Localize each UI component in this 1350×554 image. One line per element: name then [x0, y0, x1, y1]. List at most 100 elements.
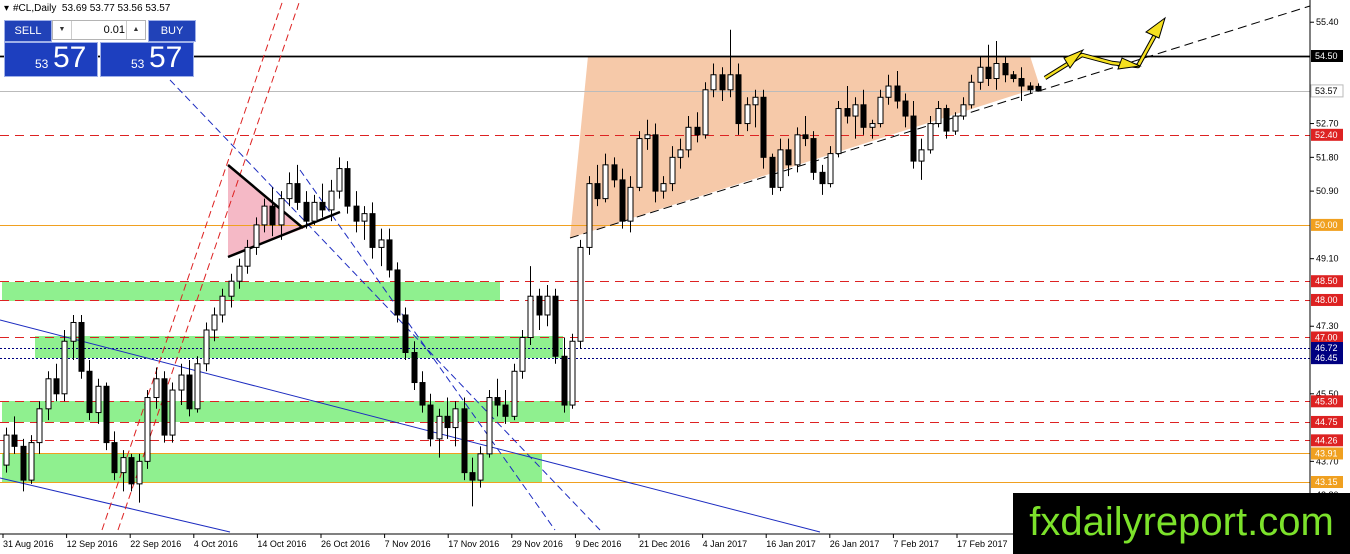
candle-body [444, 415, 451, 429]
candle-body [136, 460, 143, 485]
candle-body [760, 96, 767, 158]
one-click-trading-panel: SELL ▼ ▲ BUY 53 57 53 57 [4, 20, 196, 77]
price-tick-label: 52.70 [1316, 119, 1339, 129]
candle-body [744, 104, 751, 125]
candle-body [752, 96, 759, 106]
time-tick-label: 7 Feb 2017 [893, 539, 939, 549]
candle-body [544, 295, 551, 316]
time-tick-label: 31 Aug 2016 [3, 539, 54, 549]
candle-body [902, 100, 909, 117]
candle-body [361, 213, 368, 222]
candle-body [70, 321, 77, 342]
candle-body [353, 205, 360, 222]
site-watermark: fxdailyreport.com [1013, 493, 1350, 554]
candle-body [860, 104, 867, 128]
buy-button[interactable]: BUY [148, 20, 196, 42]
price-chart[interactable]: 55.4052.7051.8050.9049.1047.3045.5043.70… [0, 0, 1350, 554]
increase-lot-icon[interactable]: ▲ [126, 21, 145, 39]
projection-path [1043, 16, 1166, 80]
lot-size-input[interactable] [73, 21, 125, 39]
sell-button[interactable]: SELL [4, 20, 52, 42]
candle-body [486, 397, 493, 455]
candle-body [120, 457, 127, 474]
time-tick-label: 29 Nov 2016 [512, 539, 563, 549]
level-tag-label: 47.00 [1315, 332, 1338, 342]
candle-body [652, 134, 659, 192]
candle-body [95, 385, 102, 414]
price-tick-label: 51.80 [1316, 152, 1339, 162]
candle-body [527, 295, 534, 338]
price-tick-label: 47.30 [1316, 321, 1339, 331]
candle-body [461, 408, 468, 474]
candle-body [452, 408, 459, 429]
candle-body [694, 126, 701, 136]
candle-body [794, 134, 801, 166]
candle-body [918, 149, 925, 162]
candle-body [627, 186, 634, 222]
candle-body [552, 295, 559, 357]
time-tick-label: 16 Jan 2017 [766, 539, 816, 549]
candle-body [735, 74, 742, 125]
level-tag-label: 44.75 [1315, 417, 1338, 427]
price-axis: 55.4052.7051.8050.9049.1047.3045.5043.70… [1310, 17, 1344, 500]
candle-body [86, 370, 93, 414]
candle-body [469, 472, 476, 481]
channel-line [0, 477, 231, 533]
candle-body [1027, 85, 1034, 91]
red-channel [101, 0, 284, 531]
candle-body [427, 404, 434, 440]
buy-price-big: 57 [149, 41, 183, 74]
time-tick-label: 26 Oct 2016 [321, 539, 370, 549]
sell-price-big: 57 [53, 41, 87, 74]
sell-price-button[interactable]: 53 57 [4, 41, 98, 77]
candle-body [286, 183, 293, 200]
candle-body [203, 329, 210, 365]
candle-body [1035, 85, 1042, 92]
candle-body [103, 385, 110, 444]
candle-body [294, 183, 301, 203]
candle-body [477, 453, 484, 481]
candle-body [827, 153, 834, 185]
green-zone [2, 282, 500, 301]
decrease-lot-icon[interactable]: ▼ [53, 21, 72, 39]
candle-body [3, 434, 10, 466]
time-axis: 31 Aug 2016 12 Sep 2016 22 Sep 2016 4 Oct 2… [2, 534, 1008, 549]
level-tag-label: 43.91 [1315, 448, 1338, 458]
candle-body [311, 201, 318, 222]
candle-body [28, 442, 35, 481]
candle-body [194, 363, 201, 410]
time-tick-label: 17 Nov 2016 [448, 539, 499, 549]
candle-body [577, 246, 584, 342]
candle-body [394, 269, 401, 316]
candle-body [328, 190, 335, 211]
chart-title: ▾ #CL,Daily 53.69 53.77 53.56 53.57 [4, 3, 170, 14]
candle-body [269, 205, 276, 226]
candle-body [785, 149, 792, 166]
lot-size-stepper[interactable]: ▼ ▲ [52, 20, 146, 40]
candle-body [494, 397, 501, 406]
candle-body [561, 355, 568, 406]
candle-body [53, 378, 60, 395]
candle-body [402, 314, 409, 354]
candle-body [586, 183, 593, 248]
candle-body [511, 370, 518, 417]
candle-body [144, 397, 151, 462]
candle-body [885, 85, 892, 98]
candle-body [419, 382, 426, 406]
candle-body [910, 115, 917, 162]
sell-price-small: 53 [35, 57, 49, 71]
buy-price-button[interactable]: 53 57 [100, 41, 194, 77]
candle-body [877, 96, 884, 125]
time-tick-label: 4 Oct 2016 [194, 539, 238, 549]
time-tick-label: 7 Nov 2016 [385, 539, 431, 549]
level-tag-label: 50.00 [1315, 220, 1338, 230]
candle-body [977, 66, 984, 83]
candle-body [536, 295, 543, 316]
candle-body [244, 246, 251, 267]
candle-body [802, 134, 809, 140]
candle-body [219, 295, 226, 316]
candle-body [128, 457, 135, 485]
candle-body [619, 179, 626, 222]
level-tag-label: 46.45 [1315, 353, 1338, 363]
candle-body [303, 201, 310, 222]
